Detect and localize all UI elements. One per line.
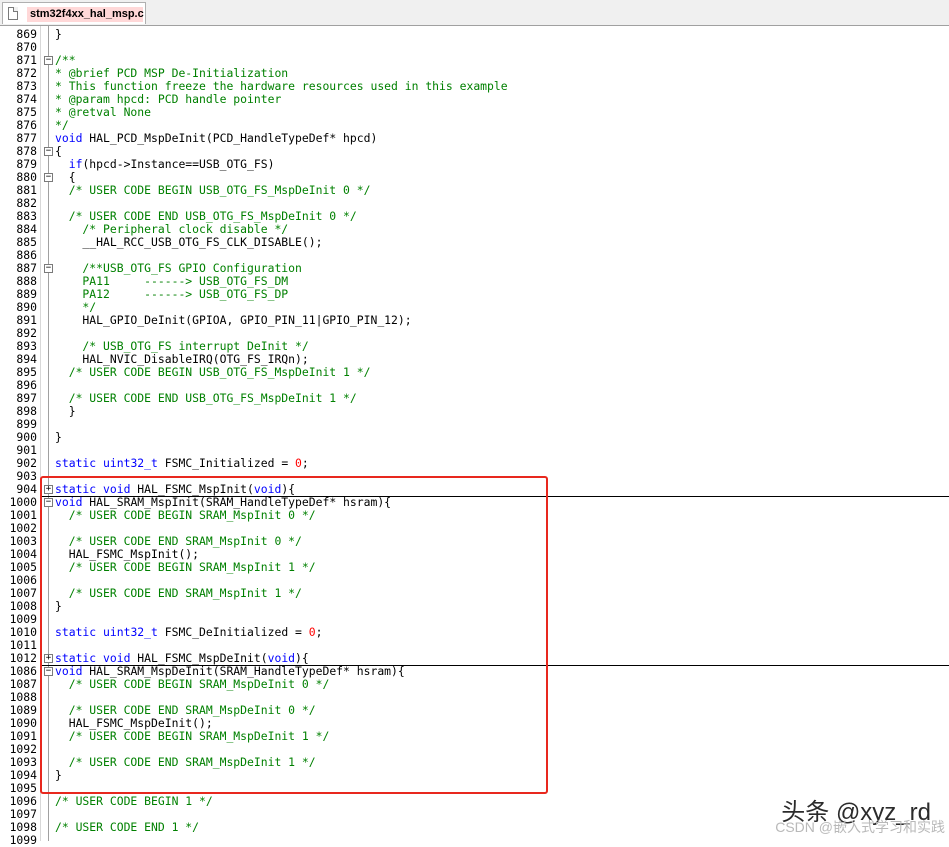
code-text: } <box>55 27 62 41</box>
code-text: void HAL_PCD_MspDeInit(PCD_HandleTypeDef… <box>55 131 378 145</box>
code-text: static uint32_t FSMC_Initialized = 0; <box>55 456 309 470</box>
watermark-csdn: CSDN @嵌入式学习和实践 <box>775 819 945 835</box>
highlight-annotation-box <box>40 476 548 794</box>
code-line[interactable]: 875 * @retval None <box>0 106 949 119</box>
code-line[interactable]: 899 <box>0 418 949 431</box>
code-line[interactable]: 902 static uint32_t FSMC_Initialized = 0; <box>0 457 949 470</box>
code-line[interactable]: 889 PA12 ------> USB_OTG_FS_DP <box>0 288 949 301</box>
code-comment: /* USER CODE BEGIN USB_OTG_FS_MspDeInit … <box>55 183 371 197</box>
code-line[interactable]: 900} <box>0 431 949 444</box>
code-line[interactable]: 895 /* USER CODE BEGIN USB_OTG_FS_MspDeI… <box>0 366 949 379</box>
editor-tab-bar: stm32f4xx_hal_msp.c <box>0 0 949 26</box>
code-comment: * @retval None <box>55 105 152 119</box>
code-line[interactable]: 897 /* USER CODE END USB_OTG_FS_MspDeIni… <box>0 392 949 405</box>
code-text: if(hpcd->Instance==USB_OTG_FS) <box>68 157 275 171</box>
fold-collapse-icon[interactable]: − <box>44 56 53 65</box>
code-comment: /* USER CODE BEGIN USB_OTG_FS_MspDeInit … <box>55 365 371 379</box>
file-icon <box>8 7 18 20</box>
file-tab[interactable]: stm32f4xx_hal_msp.c <box>2 2 146 24</box>
code-line[interactable]: 870 <box>0 41 949 54</box>
code-line[interactable]: 879 if(hpcd->Instance==USB_OTG_FS) <box>0 158 949 171</box>
fold-collapse-icon[interactable]: − <box>44 147 53 156</box>
code-comment: /* USER CODE BEGIN 1 */ <box>55 794 213 808</box>
code-text: } <box>55 430 62 444</box>
fold-collapse-icon[interactable]: − <box>44 173 53 182</box>
code-line[interactable]: 891 HAL_GPIO_DeInit(GPIOA, GPIO_PIN_11|G… <box>0 314 949 327</box>
code-text: HAL_GPIO_DeInit(GPIOA, GPIO_PIN_11|GPIO_… <box>55 313 412 327</box>
code-line[interactable]: 877 void HAL_PCD_MspDeInit(PCD_HandleType… <box>0 132 949 145</box>
code-comment: /* USER CODE END 1 */ <box>55 820 200 834</box>
fold-collapse-icon[interactable]: − <box>44 264 53 273</box>
code-comment: /* USER CODE END USB_OTG_FS_MspDeInit 1 … <box>55 391 357 405</box>
code-text: __HAL_RCC_USB_OTG_FS_CLK_DISABLE(); <box>55 235 323 249</box>
file-tab-label: stm32f4xx_hal_msp.c <box>27 7 144 22</box>
code-text: } <box>55 404 76 418</box>
code-line[interactable]: 881 /* USER CODE BEGIN USB_OTG_FS_MspDeI… <box>0 184 949 197</box>
code-line[interactable]: 885 __HAL_RCC_USB_OTG_FS_CLK_DISABLE(); <box>0 236 949 249</box>
code-line[interactable]: 869} <box>0 28 949 41</box>
code-line[interactable]: 898 } <box>0 405 949 418</box>
